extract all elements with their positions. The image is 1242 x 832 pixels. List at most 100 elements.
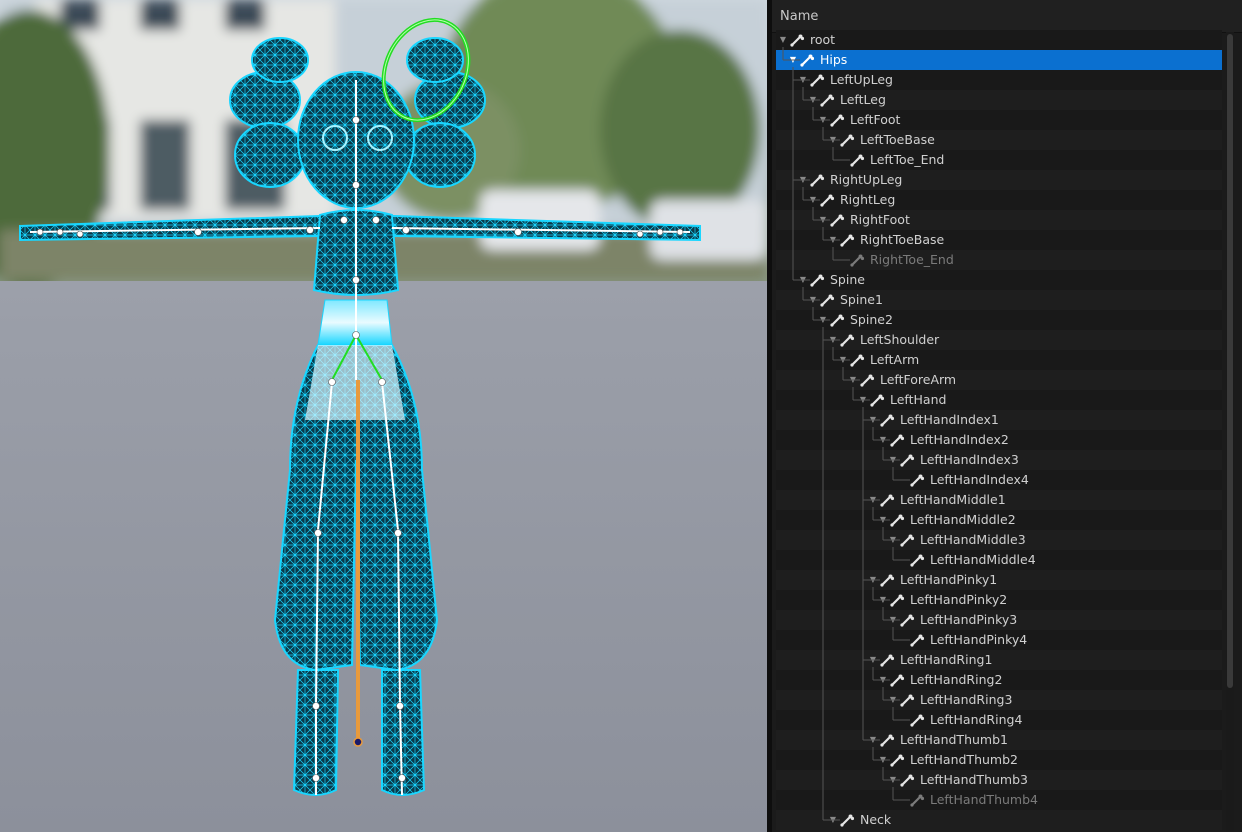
- vertical-scrollbar[interactable]: [1226, 32, 1234, 832]
- bone-icon: [880, 493, 895, 507]
- expand-arrow-icon[interactable]: ▼: [798, 170, 808, 190]
- expand-arrow-icon[interactable]: ▼: [868, 570, 878, 590]
- bone-label: LeftForeArm: [880, 372, 957, 387]
- bone-row[interactable]: ▼ RightFoot: [776, 210, 1222, 230]
- bone-label: LeftHandRing2: [910, 672, 1003, 687]
- bone-row[interactable]: ▼ LeftForeArm: [776, 370, 1222, 390]
- expand-arrow-icon[interactable]: ▼: [888, 770, 898, 790]
- expand-arrow-icon[interactable]: ▼: [878, 670, 888, 690]
- bone-row[interactable]: LeftHandMiddle4: [776, 550, 1222, 570]
- bone-label: LeftHandRing1: [900, 652, 993, 667]
- bone-row[interactable]: ▼ RightToeBase: [776, 230, 1222, 250]
- expand-arrow-icon[interactable]: ▼: [878, 750, 888, 770]
- bone-icon: [840, 233, 855, 247]
- expand-arrow-icon[interactable]: ▼: [848, 370, 858, 390]
- bone-label: LeftHandMiddle2: [910, 512, 1016, 527]
- bone-row[interactable]: ▼ LeftShoulder: [776, 330, 1222, 350]
- expand-arrow-icon[interactable]: ▼: [828, 230, 838, 250]
- bone-icon: [900, 453, 915, 467]
- expand-arrow-icon[interactable]: ▼: [798, 70, 808, 90]
- bone-row[interactable]: ▼ LeftHandRing2: [776, 670, 1222, 690]
- expand-arrow-icon[interactable]: ▼: [798, 270, 808, 290]
- expand-arrow-icon[interactable]: ▼: [878, 430, 888, 450]
- bone-row[interactable]: RightToe_End: [776, 250, 1222, 270]
- bone-row[interactable]: LeftHandPinky4: [776, 630, 1222, 650]
- bone-row[interactable]: ▼ LeftToeBase: [776, 130, 1222, 150]
- bone-row[interactable]: ▼ LeftHandRing1: [776, 650, 1222, 670]
- bone-tree[interactable]: ▼ root ▼ Hips ▼ LeftUpLeg ▼ LeftLeg ▼ LeftFoot ▼ Le…: [776, 30, 1222, 830]
- expand-arrow-icon[interactable]: ▼: [838, 350, 848, 370]
- expand-arrow-icon[interactable]: ▼: [818, 210, 828, 230]
- bone-row[interactable]: ▼ LeftHandIndex1: [776, 410, 1222, 430]
- bone-row[interactable]: ▼ LeftHandPinky1: [776, 570, 1222, 590]
- bone-row[interactable]: LeftHandIndex4: [776, 470, 1222, 490]
- expand-arrow-icon[interactable]: ▼: [828, 810, 838, 830]
- bone-row[interactable]: ▼ LeftHandMiddle3: [776, 530, 1222, 550]
- bone-row[interactable]: ▼ RightLeg: [776, 190, 1222, 210]
- bone-row[interactable]: ▼ Spine1: [776, 290, 1222, 310]
- expand-arrow-icon[interactable]: ▼: [888, 610, 898, 630]
- expand-arrow-icon[interactable]: ▼: [778, 30, 788, 50]
- expand-arrow-icon[interactable]: ▼: [818, 310, 828, 330]
- bone-icon: [810, 73, 825, 87]
- character-wireframe[interactable]: [0, 0, 767, 832]
- bone-row[interactable]: ▼ Spine2: [776, 310, 1222, 330]
- expand-arrow-icon[interactable]: ▼: [888, 690, 898, 710]
- expand-arrow-icon[interactable]: ▼: [868, 410, 878, 430]
- bone-label: LeftHandIndex2: [910, 432, 1009, 447]
- bone-label: Spine2: [850, 312, 893, 327]
- bone-row[interactable]: ▼ LeftHandPinky3: [776, 610, 1222, 630]
- bone-row[interactable]: ▼ LeftArm: [776, 350, 1222, 370]
- bone-row[interactable]: ▼ LeftLeg: [776, 90, 1222, 110]
- bone-icon: [860, 373, 875, 387]
- expand-arrow-icon[interactable]: ▼: [868, 730, 878, 750]
- column-header[interactable]: Name: [772, 0, 1242, 33]
- bone-label: RightLeg: [840, 192, 896, 207]
- bone-row[interactable]: ▼ LeftHand: [776, 390, 1222, 410]
- bone-row[interactable]: ▼ LeftHandIndex2: [776, 430, 1222, 450]
- bone-row[interactable]: ▼ LeftHandThumb2: [776, 750, 1222, 770]
- bone-row[interactable]: ▼ RightUpLeg: [776, 170, 1222, 190]
- expand-arrow-icon[interactable]: ▼: [878, 510, 888, 530]
- expand-arrow-icon[interactable]: ▼: [808, 190, 818, 210]
- bone-label: LeftUpLeg: [830, 72, 893, 87]
- bone-row[interactable]: LeftHandThumb4: [776, 790, 1222, 810]
- bone-icon: [900, 533, 915, 547]
- bone-row[interactable]: ▼ Hips: [776, 50, 1222, 70]
- bone-row[interactable]: ▼ LeftHandRing3: [776, 690, 1222, 710]
- expand-arrow-icon[interactable]: ▼: [858, 390, 868, 410]
- bone-label: LeftHandIndex1: [900, 412, 999, 427]
- bone-label: LeftHandMiddle4: [930, 552, 1036, 567]
- expand-arrow-icon[interactable]: ▼: [878, 590, 888, 610]
- bone-row[interactable]: ▼ LeftHandThumb3: [776, 770, 1222, 790]
- expand-arrow-icon[interactable]: ▼: [868, 650, 878, 670]
- bone-row[interactable]: ▼ LeftFoot: [776, 110, 1222, 130]
- bone-row[interactable]: ▼ Spine: [776, 270, 1222, 290]
- expand-arrow-icon[interactable]: ▼: [888, 450, 898, 470]
- bone-row[interactable]: ▼ root: [776, 30, 1222, 50]
- bone-row[interactable]: LeftToe_End: [776, 150, 1222, 170]
- bone-row[interactable]: ▼ LeftHandMiddle2: [776, 510, 1222, 530]
- viewport[interactable]: [0, 0, 767, 832]
- bone-icon: [880, 733, 895, 747]
- expand-arrow-icon[interactable]: ▼: [808, 90, 818, 110]
- expand-arrow-icon[interactable]: ▼: [818, 110, 828, 130]
- bone-row[interactable]: LeftHandRing4: [776, 710, 1222, 730]
- scrollbar-thumb[interactable]: [1227, 34, 1233, 688]
- bone-row[interactable]: ▼ LeftHandMiddle1: [776, 490, 1222, 510]
- bone-label: LeftHandThumb4: [930, 792, 1038, 807]
- bone-row[interactable]: ▼ LeftHandPinky2: [776, 590, 1222, 610]
- bone-label: Neck: [860, 812, 892, 827]
- bone-row[interactable]: ▼ LeftHandIndex3: [776, 450, 1222, 470]
- bone-label: LeftHandPinky1: [900, 572, 998, 587]
- bone-icon: [820, 293, 835, 307]
- expand-arrow-icon[interactable]: ▼: [808, 290, 818, 310]
- bone-row[interactable]: ▼ LeftUpLeg: [776, 70, 1222, 90]
- expand-arrow-icon[interactable]: ▼: [828, 130, 838, 150]
- expand-arrow-icon[interactable]: ▼: [788, 50, 798, 70]
- expand-arrow-icon[interactable]: ▼: [828, 330, 838, 350]
- expand-arrow-icon[interactable]: ▼: [888, 530, 898, 550]
- bone-row[interactable]: ▼ Neck: [776, 810, 1222, 830]
- expand-arrow-icon[interactable]: ▼: [868, 490, 878, 510]
- bone-row[interactable]: ▼ LeftHandThumb1: [776, 730, 1222, 750]
